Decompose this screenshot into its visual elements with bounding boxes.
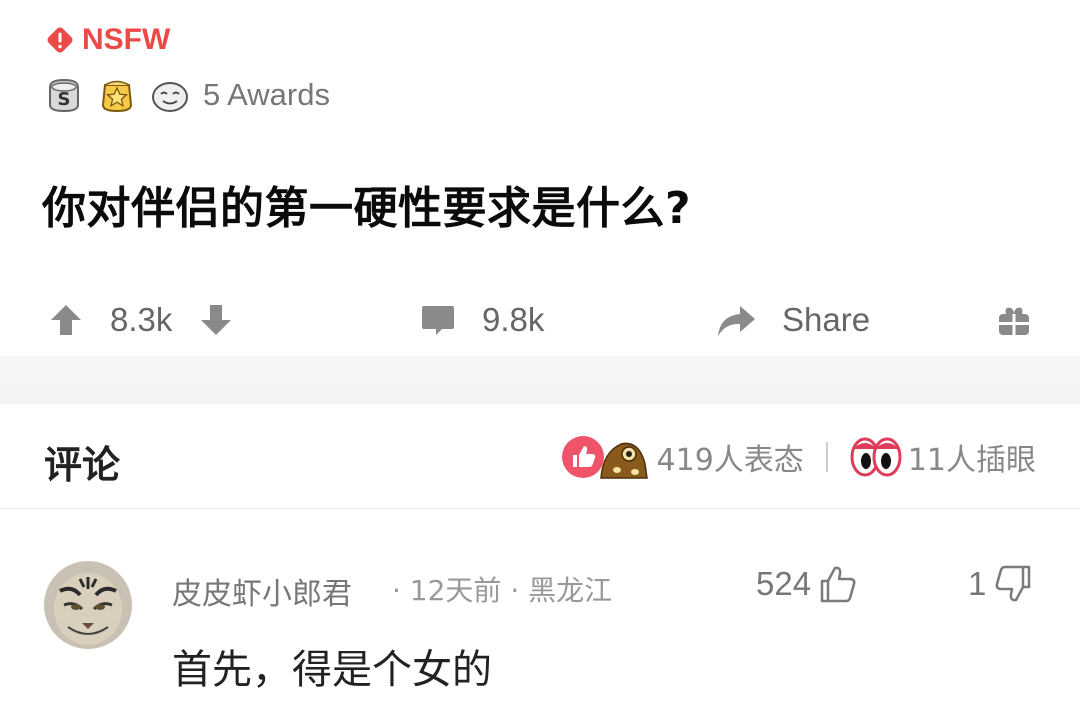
vote-group: 8.3k	[46, 292, 236, 348]
thumbs-down-icon	[995, 565, 1031, 602]
award-gift-button[interactable]	[996, 292, 1032, 348]
avatar[interactable]	[44, 561, 132, 649]
nsfw-tag: NSFW	[44, 23, 171, 56]
comments-stats: 419人表态 11人插眼	[561, 432, 1036, 482]
comment-meta: · 12天前 · 黑龙江	[392, 574, 613, 607]
svg-text:S: S	[58, 89, 71, 110]
stats-separator	[825, 442, 828, 472]
share-label: Share	[782, 301, 871, 338]
comment-item: 皮皮虾小郎君 · 12天前 · 黑龙江 524 1 首先，得是个女的	[0, 509, 1080, 719]
comment-dislike-count: 1	[968, 565, 987, 602]
comments-header: 评论 419人表态 11人插眼	[0, 404, 1080, 509]
comment-like-count: 524	[756, 565, 812, 602]
comment-text: 首先，得是个女的	[172, 647, 492, 693]
post-title: 你对伴侣的第一硬性要求是什么?	[42, 183, 692, 234]
comment-bubble-icon	[422, 306, 454, 335]
tiger-avatar-icon	[44, 561, 132, 649]
smile-face-award-icon	[152, 82, 188, 112]
post-card: NSFW S 5 Awards 你对伴侣的第一硬性要求是什么? 8.3k 9.8…	[0, 0, 1080, 357]
section-divider	[0, 356, 1080, 404]
gold-star-award-icon	[101, 80, 133, 113]
gift-icon	[999, 307, 1029, 335]
thumbs-up-icon	[820, 566, 856, 603]
watchers-count: 11人插眼	[907, 443, 1036, 478]
awards-row[interactable]: S 5 Awards	[44, 72, 330, 118]
nsfw-label: NSFW	[82, 23, 171, 56]
comments-button[interactable]: 9.8k	[418, 292, 544, 348]
awards-count: 5 Awards	[203, 77, 330, 112]
share-arrow-icon	[718, 306, 755, 336]
eyes-icon	[850, 437, 902, 477]
reactions-count: 419人表态	[656, 443, 804, 478]
upvote-icon[interactable]	[46, 300, 86, 340]
comments-count: 9.8k	[482, 301, 545, 338]
watchers-group[interactable]: 11人插眼	[850, 435, 1036, 479]
comment-dislike-button[interactable]: 1	[968, 559, 1034, 609]
post-actions: 8.3k 9.8k Share	[0, 292, 1080, 348]
upvote-count: 8.3k	[110, 301, 173, 338]
comment-author[interactable]: 皮皮虾小郎君	[172, 569, 352, 613]
comment-like-button[interactable]: 524	[756, 559, 859, 609]
comments-title: 评论	[44, 443, 121, 487]
nsfw-warning-icon	[47, 27, 73, 53]
share-button[interactable]: Share	[714, 292, 870, 348]
silver-s-award-icon: S	[49, 78, 79, 113]
reactions-group[interactable]: 419人表态	[561, 434, 804, 480]
sea-creature-reaction-icon	[599, 442, 648, 479]
downvote-icon[interactable]	[196, 300, 236, 340]
